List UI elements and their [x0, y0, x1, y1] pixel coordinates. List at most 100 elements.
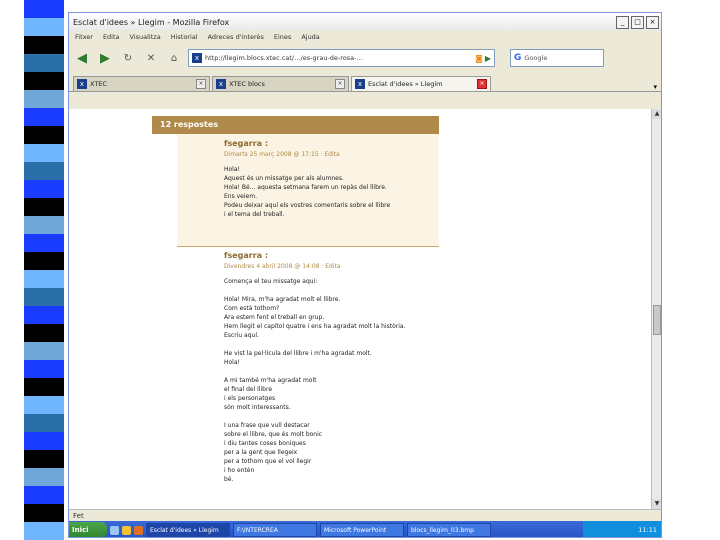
comment-line: per a tothom que el vol llegir	[224, 458, 312, 465]
reload-icon[interactable]: ↻	[119, 53, 137, 64]
comment-line: bé.	[224, 476, 234, 483]
tray-clock[interactable]: 11:11	[638, 526, 657, 534]
comment-line	[224, 367, 464, 376]
menu-bookmarks[interactable]: Adreces d'interès	[208, 33, 264, 41]
stripe-segment	[24, 198, 64, 216]
tab-favicon-icon: x	[355, 79, 365, 89]
comment-line: i diu tantes coses boniques	[224, 440, 306, 447]
stripe-segment	[24, 108, 64, 126]
menu-edit[interactable]: Edita	[103, 33, 120, 41]
comment-date[interactable]: Dimarts 25 març 2008 @ 17:15 · Edita	[224, 151, 340, 158]
stripe-segment	[24, 126, 64, 144]
google-icon[interactable]: G	[514, 53, 521, 63]
comment-line: Comença el teu missatge aquí:	[224, 278, 318, 285]
tab-list-arrow-icon[interactable]: ▾	[653, 83, 657, 91]
menu-bar: Fitxer Edita Visualitza Historial Adrece…	[69, 31, 661, 43]
comment-date[interactable]: Divendres 4 abril 2008 @ 14:08 · Edita	[224, 263, 341, 270]
tab-xtec-blocs[interactable]: x XTEC blocs ×	[212, 76, 349, 91]
comment-line: Hem llegit el capítol quatre i ens ha ag…	[224, 323, 406, 330]
comment-line: i ho entén	[224, 467, 255, 474]
comment-author[interactable]: fsegarra :	[224, 139, 268, 148]
menu-tools[interactable]: Eines	[274, 33, 291, 41]
address-bar[interactable]: x http://llegim.blocs.xtec.cat/…/es-grau…	[188, 49, 495, 67]
menu-help[interactable]: Ajuda	[301, 33, 319, 41]
menu-history[interactable]: Historial	[171, 33, 198, 41]
vertical-scrollbar[interactable]: ▲ ▼	[651, 109, 661, 509]
menu-file[interactable]: Fitxer	[75, 33, 93, 41]
stripe-segment	[24, 468, 64, 486]
stripe-segment	[24, 36, 64, 54]
back-arrow-icon[interactable]: ◀	[73, 51, 91, 66]
maximize-button[interactable]: □	[631, 15, 644, 29]
comment-line: Ens veiem.	[224, 193, 257, 200]
stripe-segment	[24, 450, 64, 468]
scroll-up-icon[interactable]: ▲	[652, 109, 661, 119]
comment-line: són molt interessants.	[224, 404, 291, 411]
search-placeholder: Google	[524, 54, 548, 62]
responses-header: 12 respostes	[152, 116, 439, 134]
stripe-segment	[24, 414, 64, 432]
stripe-segment	[24, 522, 64, 540]
comment-line: Com està tothom?	[224, 305, 280, 312]
tab-close-icon[interactable]: ×	[335, 79, 345, 89]
page-content: 12 respostes fsegarra : Dimarts 25 març …	[69, 109, 651, 509]
stripe-segment	[24, 342, 64, 360]
tab-favicon-icon: x	[77, 79, 87, 89]
comment-line: el final del llibre	[224, 386, 273, 393]
menu-view[interactable]: Visualitza	[130, 33, 161, 41]
comment-line: sobre el llibre, que és molt bonic	[224, 431, 323, 438]
stripe-segment	[24, 234, 64, 252]
comment-author[interactable]: fsegarra :	[224, 251, 268, 260]
close-button[interactable]: ×	[646, 15, 659, 29]
tab-title: Esclat d'idees » Llegim	[368, 80, 443, 88]
quicklaunch-firefox-icon[interactable]	[134, 525, 143, 535]
search-box[interactable]: G Google	[510, 49, 604, 67]
stripe-segment	[24, 324, 64, 342]
quicklaunch-desktop-icon[interactable]	[110, 525, 119, 535]
stop-icon[interactable]: ✕	[142, 53, 160, 64]
comment-line: Ara estem fent el treball en grup.	[224, 314, 325, 321]
scroll-down-icon[interactable]: ▼	[652, 499, 661, 509]
rss-icon[interactable]: ◙	[475, 54, 483, 63]
comment-line: Hola! Bé... aquesta setmana farem un rep…	[224, 184, 387, 191]
home-icon[interactable]: ⌂	[165, 53, 183, 64]
minimize-button[interactable]: _	[616, 15, 629, 29]
comment-line	[224, 340, 464, 349]
comment-line: i el tema del treball.	[224, 211, 285, 218]
stripe-segment	[24, 180, 64, 198]
tab-title: XTEC	[90, 80, 107, 88]
stripe-segment	[24, 288, 64, 306]
comment-line: i els personatges	[224, 395, 276, 402]
comment-body: Comença el teu missatge aquí: Hola! Mira…	[224, 277, 464, 484]
stripe-segment	[24, 360, 64, 378]
comment-line	[224, 412, 464, 421]
forward-arrow-icon[interactable]: ▶	[96, 51, 114, 66]
stripe-segment	[24, 378, 64, 396]
stripe-segment	[24, 216, 64, 234]
tab-close-icon[interactable]: ×	[196, 79, 206, 89]
slide-decoration-stripe	[24, 0, 64, 540]
comment-body: Hola! Aquest és un missatge per als alumn…	[224, 165, 464, 219]
task-folder[interactable]: F:\INTERCREA	[233, 523, 317, 537]
tab-xtec[interactable]: x XTEC ×	[73, 76, 210, 91]
task-image[interactable]: blocs_llegim_03.bmp	[407, 523, 491, 537]
tab-close-icon[interactable]: ×	[477, 79, 487, 89]
comment-line: Hola!	[224, 359, 240, 366]
comment-line: per a la gent que llegeix	[224, 449, 298, 456]
comment-line: Podeu deixar aquí els vostres comentaris…	[224, 202, 391, 209]
site-favicon-icon: x	[192, 53, 202, 63]
scroll-thumb[interactable]	[653, 305, 661, 335]
task-firefox[interactable]: Esclat d'idees » Llegim	[146, 523, 230, 537]
start-button[interactable]: Inici	[69, 522, 107, 537]
stripe-segment	[24, 432, 64, 450]
tab-favicon-icon: x	[216, 79, 226, 89]
quicklaunch-ie-icon[interactable]	[122, 525, 131, 535]
task-powerpoint[interactable]: Microsoft PowerPoint	[320, 523, 404, 537]
url-text: http://llegim.blocs.xtec.cat/…/es-grau-d…	[205, 54, 363, 62]
stripe-segment	[24, 270, 64, 288]
stripe-segment	[24, 396, 64, 414]
tab-llegim[interactable]: x Esclat d'idees » Llegim ×	[351, 76, 491, 91]
go-arrow-icon[interactable]: ▶	[485, 54, 491, 63]
start-label: Inici	[72, 526, 89, 534]
comment-line: Hola! Mira, m'ha agradat molt el llibre.	[224, 296, 341, 303]
